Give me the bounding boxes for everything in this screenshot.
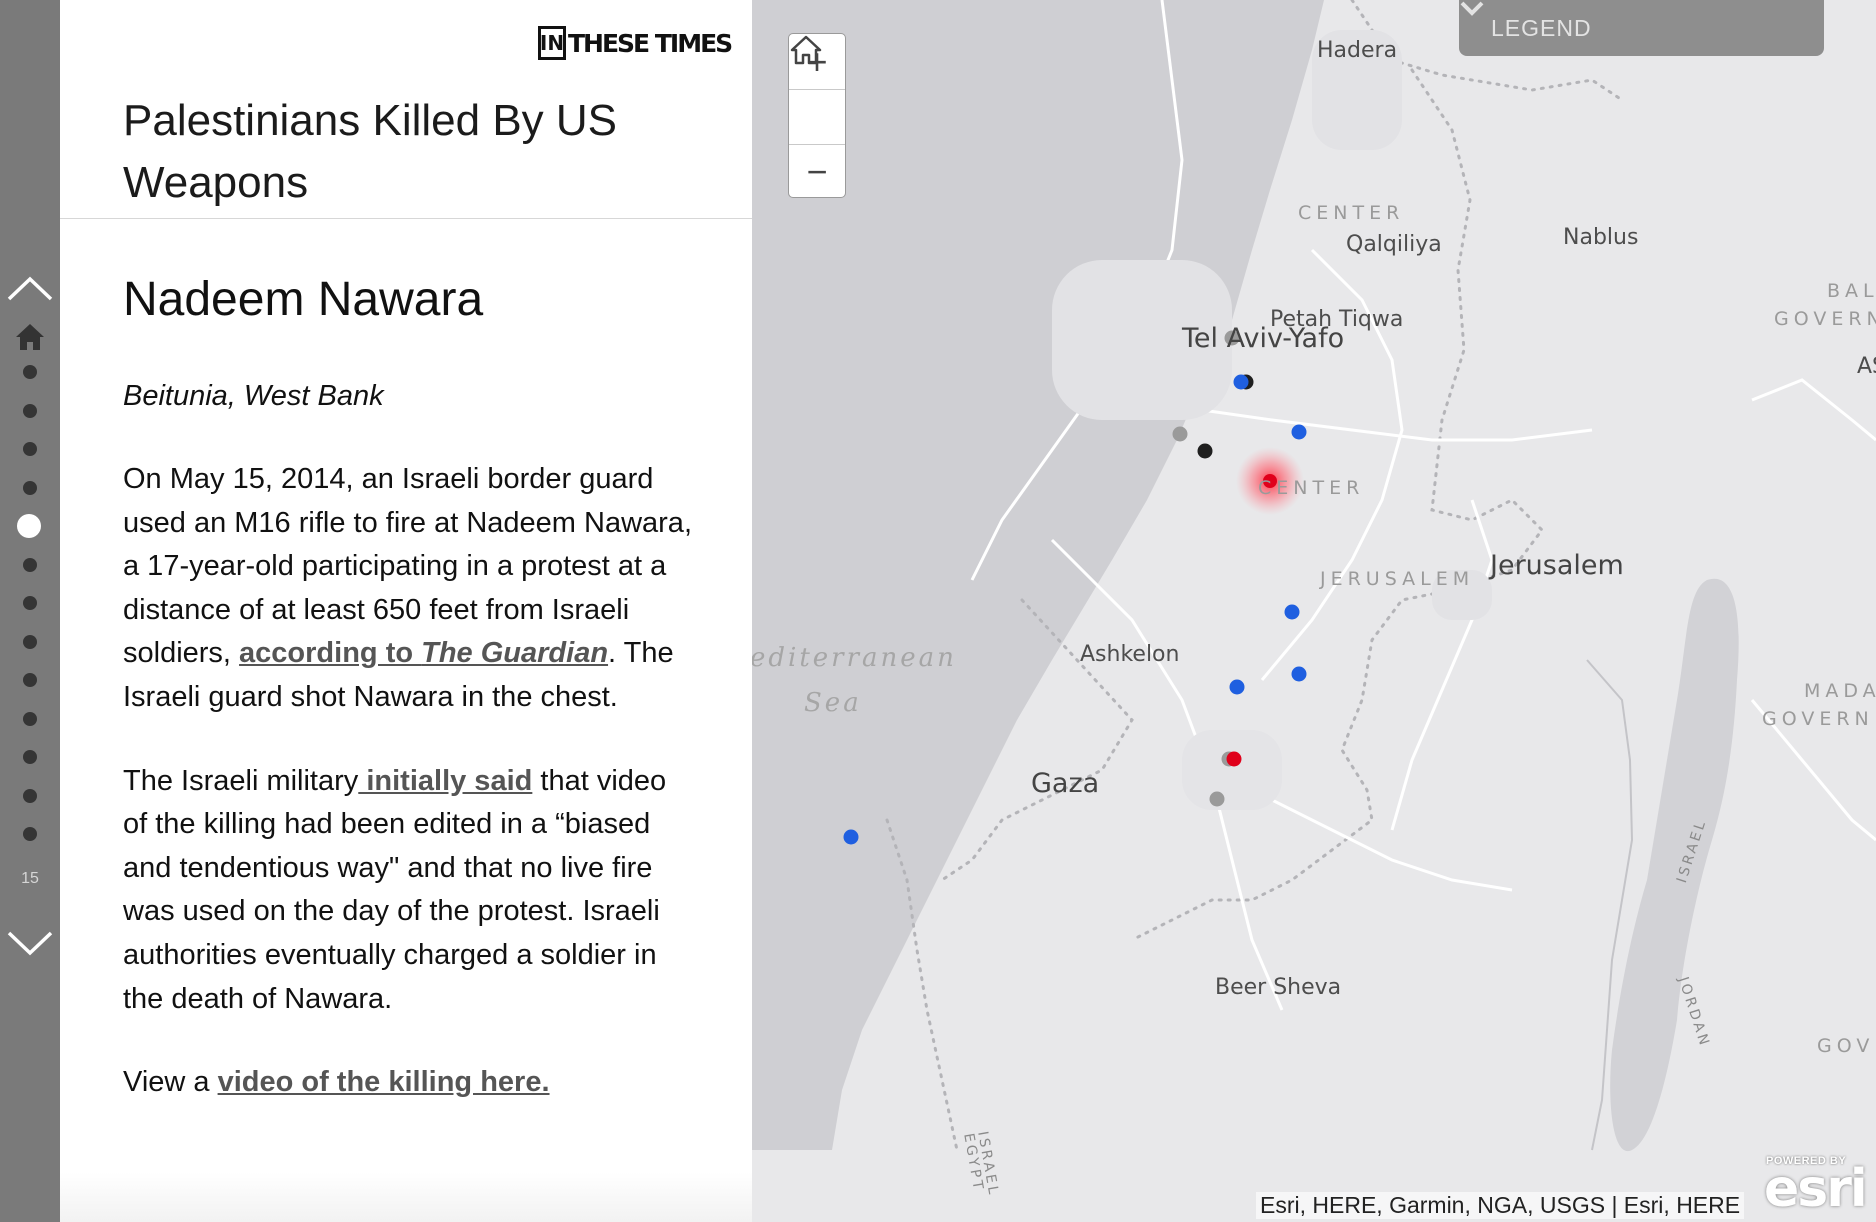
label-mediterranean: editerranean	[752, 643, 957, 673]
nav-dot[interactable]	[23, 750, 37, 764]
panel-fade	[60, 1172, 752, 1222]
nav-dot[interactable]	[23, 711, 37, 726]
previous-entry-button[interactable]	[5, 268, 55, 308]
paragraph-text: View a	[123, 1066, 218, 1099]
paragraph-text: that video of the killing had been edite…	[123, 764, 667, 1015]
legend-toggle[interactable]: LEGEND	[1459, 0, 1824, 56]
home-icon	[16, 324, 44, 350]
esri-wordmark: esri	[1764, 1159, 1868, 1219]
home-icon	[790, 35, 822, 65]
label-hadera: Hadera	[1317, 38, 1398, 63]
nav-dot[interactable]	[23, 480, 37, 495]
incident-marker-blue[interactable]	[1291, 424, 1307, 440]
nav-dot[interactable]	[23, 673, 37, 687]
nav-dot[interactable]	[23, 442, 37, 456]
legend-label: LEGEND	[1491, 14, 1592, 41]
nav-dot[interactable]	[23, 634, 37, 649]
entry-count: 15	[21, 870, 39, 887]
label-govern-2: GOVERN	[1762, 708, 1874, 730]
zoom-out-button[interactable]: −	[789, 144, 845, 199]
label-ashkelon: Ashkelon	[1080, 642, 1180, 667]
publication-name: THESE TIMES	[568, 28, 733, 58]
guardian-link-source: The Guardian	[421, 637, 609, 670]
incident-marker-blue[interactable]	[1229, 679, 1245, 695]
chevron-down-icon	[1460, 1, 1484, 16]
incident-marker-gray[interactable]	[1172, 426, 1188, 442]
home-entry-button[interactable]	[14, 322, 46, 352]
initially-said-link[interactable]: initially said	[358, 765, 532, 797]
publication-logo[interactable]: IN THESE TIMES	[538, 25, 733, 61]
entry-paragraph-1: On May 15, 2014, an Israeli border guard…	[123, 458, 693, 720]
video-link[interactable]: video of the killing here.	[218, 1066, 550, 1098]
entry-paragraph-2: The Israeli military initially said that…	[123, 760, 693, 1022]
story-title: Palestinians Killed By US Weapons	[123, 96, 618, 207]
label-jerusalem: Jerusalem	[1490, 550, 1624, 581]
label-jerusalem-region: JERUSALEM	[1320, 568, 1475, 590]
label-mada: MADA	[1804, 680, 1876, 702]
chevron-down-icon	[7, 931, 53, 956]
incident-marker-black[interactable]	[1197, 443, 1213, 459]
incident-marker-blue[interactable]	[1291, 666, 1307, 682]
label-sea: Sea	[804, 688, 862, 718]
label-center-region: CENTER	[1258, 477, 1365, 499]
label-center-region: CENTER	[1298, 202, 1405, 224]
map-attribution: Esri, HERE, Garmin, NGA, USGS | Esri, HE…	[1256, 1192, 1745, 1219]
nav-dot[interactable]	[23, 788, 37, 803]
nav-dot[interactable]	[23, 403, 37, 418]
story-entry: Nadeem Nawara Beitunia, West Bank On May…	[123, 270, 693, 1105]
incident-marker-blue[interactable]	[843, 829, 859, 845]
nav-dot[interactable]	[23, 557, 37, 572]
chevron-up-icon	[7, 276, 53, 301]
label-beer-sheva: Beer Sheva	[1215, 975, 1342, 1000]
label-tel-aviv: Tel Aviv-Yafo	[1182, 323, 1345, 354]
story-panel: IN THESE TIMES Palestinians Killed By US…	[60, 0, 752, 1222]
label-govern: GOVERN	[1774, 308, 1876, 330]
nav-dot[interactable]	[23, 365, 37, 379]
next-entry-button[interactable]	[5, 922, 55, 962]
entry-heading: Nadeem Nawara	[123, 273, 484, 326]
label-gov: GOV	[1817, 1035, 1875, 1057]
story-navigation: 15	[0, 0, 60, 1222]
urban-area	[1182, 730, 1282, 810]
label-qalqiliya: Qalqiliya	[1346, 232, 1442, 257]
nav-dot[interactable]	[23, 827, 37, 841]
panel-header: IN THESE TIMES Palestinians Killed By US…	[60, 0, 752, 219]
incident-marker-blue[interactable]	[1284, 604, 1300, 620]
esri-logo[interactable]: POWERED BY esri	[1758, 1155, 1868, 1219]
label-bal: BAL	[1827, 280, 1876, 302]
incident-marker-blue[interactable]	[1233, 374, 1249, 390]
road	[1751, 378, 1876, 442]
dead-sea	[1610, 578, 1739, 1152]
label-gaza: Gaza	[1031, 768, 1100, 799]
incident-marker-red[interactable]	[1226, 751, 1242, 767]
label-as: AS	[1857, 354, 1876, 379]
default-extent-button[interactable]	[789, 35, 845, 144]
entry-paragraph-3: View a video of the killing here.	[123, 1061, 693, 1105]
nav-dot-active[interactable]	[17, 514, 41, 538]
guardian-link[interactable]: according to The Guardian	[239, 637, 608, 669]
nav-dot[interactable]	[23, 596, 37, 610]
in-logo-mark: IN	[538, 26, 566, 60]
zoom-controls: + −	[788, 33, 846, 198]
incident-marker-gray[interactable]	[1209, 791, 1225, 807]
label-nablus: Nablus	[1563, 225, 1639, 250]
entry-location: Beitunia, West Bank	[123, 380, 384, 412]
road	[1390, 499, 1494, 831]
guardian-link-label: according to	[239, 637, 422, 670]
map-view[interactable]: Hadera CENTER Qalqiliya Nablus Petah Tiq…	[752, 0, 1876, 1222]
paragraph-text: The Israeli military	[123, 764, 359, 797]
